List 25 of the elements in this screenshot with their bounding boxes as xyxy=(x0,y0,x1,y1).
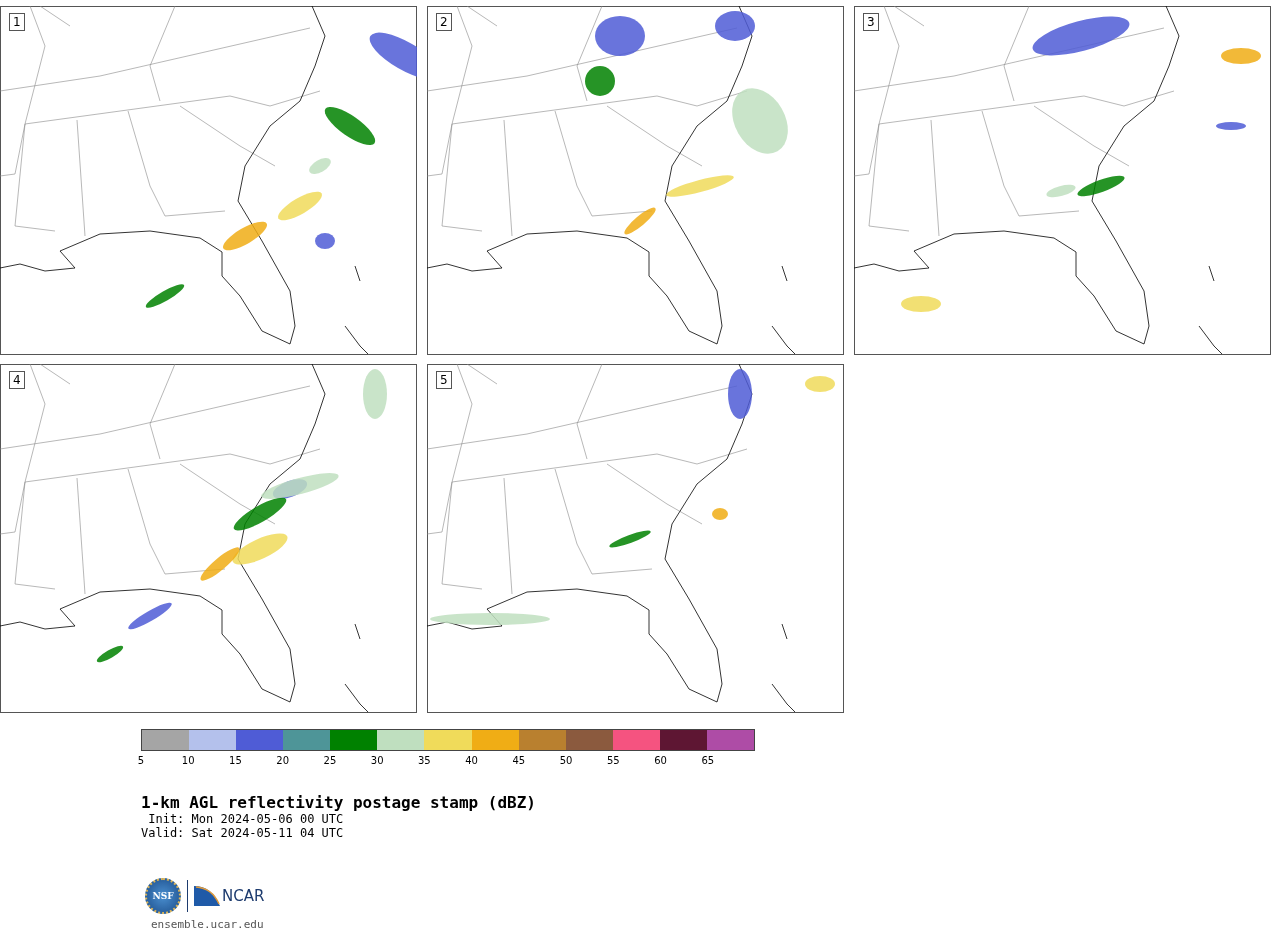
tick-label: 55 xyxy=(606,755,620,766)
arc-logo-icon xyxy=(194,886,220,906)
globe-logo-icon: NSF xyxy=(145,878,181,914)
tick-label: 40 xyxy=(465,755,478,766)
tick-label: 35 xyxy=(418,755,431,766)
panel-number: 2 xyxy=(436,13,452,31)
valid-time: Valid: Sat 2024-05-11 04 UTC xyxy=(141,826,345,840)
tick-label: 15 xyxy=(229,755,242,766)
tick-label: 5 xyxy=(137,755,145,766)
tick-label: 20 xyxy=(276,755,290,766)
tick-label: 50 xyxy=(559,755,573,766)
panel-number: 5 xyxy=(436,371,452,389)
tick-label: 65 xyxy=(701,755,715,766)
panel-number: 3 xyxy=(863,13,879,31)
tick-label: 30 xyxy=(370,755,384,766)
panel-number: 1 xyxy=(9,13,25,31)
tick-label: 45 xyxy=(512,755,526,766)
site-url: ensemble.ucar.edu xyxy=(151,918,265,931)
tick-label: 60 xyxy=(654,755,667,766)
chart-title: 1-km AGL reflectivity postage stamp (dBZ) xyxy=(141,793,537,812)
init-time: Init: Mon 2024-05-06 00 UTC xyxy=(147,812,345,826)
panel-number: 4 xyxy=(9,371,25,389)
tick-label: 10 xyxy=(181,755,195,766)
logo-text: NCAR xyxy=(222,887,265,905)
tick-label: 25 xyxy=(323,755,337,766)
